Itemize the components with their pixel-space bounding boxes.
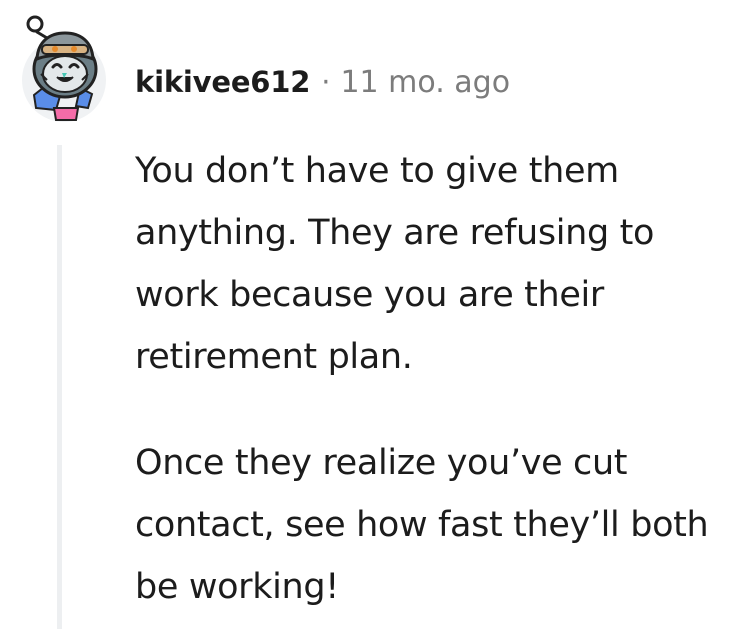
snoo-avatar-icon [22, 15, 106, 122]
username-link[interactable]: kikivee612 [135, 65, 310, 99]
thread-collapse-line[interactable] [57, 145, 62, 629]
timestamp[interactable]: 11 mo. ago [340, 65, 510, 100]
comment-paragraph: You don’t have to give them anything. Th… [135, 151, 655, 377]
comment-body: You don’t have to give them anything. Th… [135, 140, 735, 618]
comment: kikivee612 · 11 mo. ago You don’t have t… [0, 0, 745, 629]
separator-dot: · [321, 65, 331, 99]
comment-meta: kikivee612 · 11 mo. ago [135, 60, 510, 104]
user-avatar[interactable] [20, 12, 108, 122]
comment-paragraph: Once they realize you’ve cut contact, se… [135, 443, 709, 607]
